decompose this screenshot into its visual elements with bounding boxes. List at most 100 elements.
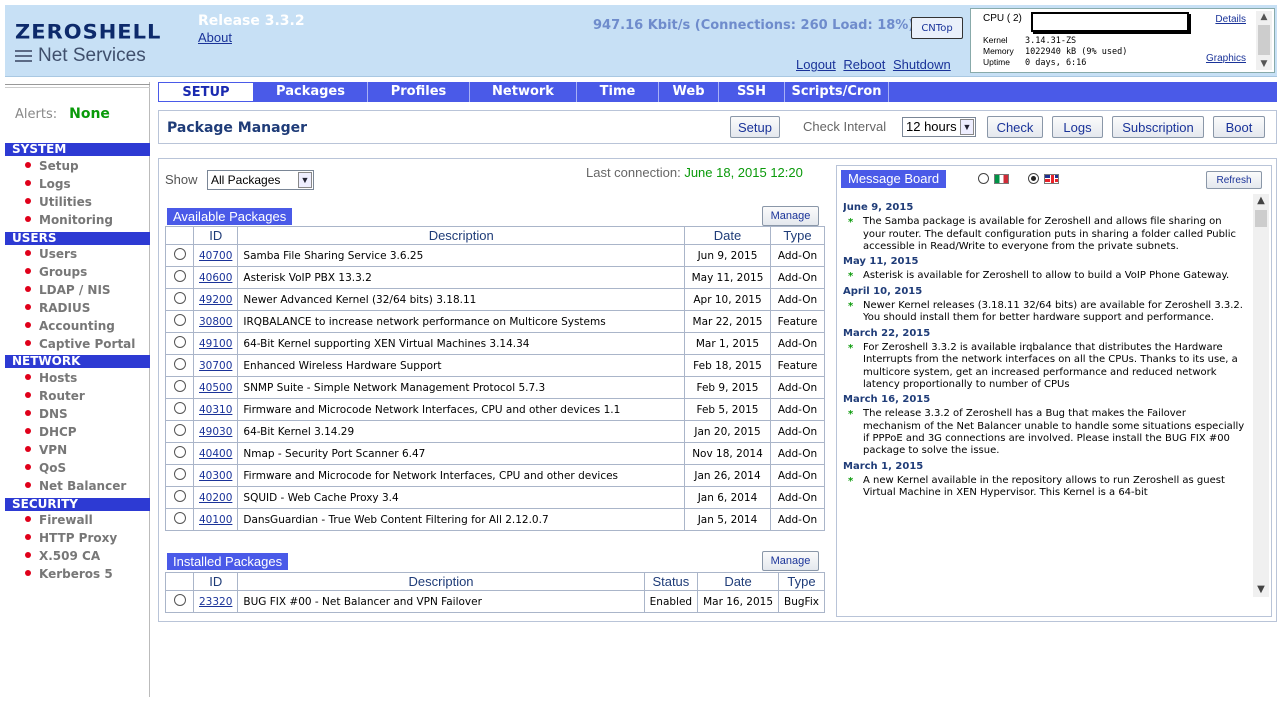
package-id-link[interactable]: 49030 bbox=[199, 426, 232, 438]
sidebar-item-users[interactable]: Users bbox=[25, 247, 77, 261]
sidebar-item-x509-ca[interactable]: X.509 CA bbox=[25, 549, 100, 563]
scroll-down-icon[interactable]: ▼ bbox=[1256, 58, 1272, 70]
about-link[interactable]: About bbox=[198, 30, 232, 45]
row-select[interactable] bbox=[165, 420, 194, 443]
radio-button[interactable] bbox=[173, 292, 186, 304]
package-id-link[interactable]: 40600 bbox=[199, 272, 232, 284]
sidebar-item-firewall[interactable]: Firewall bbox=[25, 513, 93, 527]
package-id-link[interactable]: 23320 bbox=[199, 596, 232, 608]
tab-scripts-cron[interactable]: Scripts/Cron bbox=[785, 82, 889, 102]
package-id-link[interactable]: 40200 bbox=[199, 492, 232, 504]
radio-button[interactable] bbox=[173, 512, 186, 524]
row-select[interactable] bbox=[165, 442, 194, 465]
row-select[interactable] bbox=[165, 354, 194, 377]
sidebar-item-kerberos[interactable]: Kerberos 5 bbox=[25, 567, 113, 581]
cntop-button[interactable]: CNTop bbox=[911, 17, 963, 39]
package-id-link[interactable]: 49100 bbox=[199, 338, 232, 350]
package-id-link[interactable]: 40400 bbox=[199, 448, 232, 460]
radio-button[interactable] bbox=[173, 358, 186, 370]
package-id-link[interactable]: 30700 bbox=[199, 360, 232, 372]
sidebar-item-logs[interactable]: Logs bbox=[25, 177, 71, 191]
row-select[interactable] bbox=[165, 486, 194, 509]
available-manage-button[interactable]: Manage bbox=[762, 206, 819, 226]
tab-ssh[interactable]: SSH bbox=[719, 82, 785, 102]
language-radio-english[interactable] bbox=[1028, 173, 1039, 184]
row-select[interactable] bbox=[165, 288, 194, 311]
sidebar-item-http-proxy[interactable]: HTTP Proxy bbox=[25, 531, 117, 545]
row-select[interactable] bbox=[165, 376, 194, 399]
tab-setup[interactable]: SETUP bbox=[158, 82, 254, 102]
scroll-thumb[interactable] bbox=[1258, 25, 1270, 55]
shutdown-link[interactable]: Shutdown bbox=[893, 57, 951, 72]
radio-button[interactable] bbox=[173, 402, 186, 414]
row-select[interactable] bbox=[165, 244, 194, 267]
sidebar-item-vpn[interactable]: VPN bbox=[25, 443, 67, 457]
sidebar-item-setup[interactable]: Setup bbox=[25, 159, 79, 173]
radio-button[interactable] bbox=[173, 424, 186, 436]
refresh-button[interactable]: Refresh bbox=[1206, 171, 1262, 189]
row-select[interactable] bbox=[165, 398, 194, 421]
reboot-link[interactable]: Reboot bbox=[843, 57, 885, 72]
package-id-link[interactable]: 30800 bbox=[199, 316, 232, 328]
radio-button[interactable] bbox=[173, 446, 186, 458]
setup-button[interactable]: Setup bbox=[730, 116, 780, 138]
sidebar-item-router[interactable]: Router bbox=[25, 389, 85, 403]
tab-time[interactable]: Time bbox=[577, 82, 659, 102]
graphics-link[interactable]: Graphics bbox=[1206, 53, 1246, 64]
chevron-down-icon[interactable]: ▼ bbox=[298, 172, 312, 188]
tab-profiles[interactable]: Profiles bbox=[368, 82, 470, 102]
row-select[interactable] bbox=[165, 266, 194, 289]
package-id-link[interactable]: 40300 bbox=[199, 470, 232, 482]
language-radio-italian[interactable] bbox=[978, 173, 989, 184]
package-id-link[interactable]: 40500 bbox=[199, 382, 232, 394]
scroll-up-icon[interactable]: ▲ bbox=[1253, 194, 1269, 208]
sidebar-item-accounting[interactable]: Accounting bbox=[25, 319, 115, 333]
tab-network[interactable]: Network bbox=[470, 82, 577, 102]
logs-button[interactable]: Logs bbox=[1052, 116, 1103, 138]
radio-button[interactable] bbox=[173, 270, 186, 282]
scroll-down-icon[interactable]: ▼ bbox=[1253, 583, 1269, 597]
sysinfo-scrollbar[interactable]: ▲ ▼ bbox=[1256, 11, 1272, 70]
sidebar-item-radius[interactable]: RADIUS bbox=[25, 301, 90, 315]
check-interval-select[interactable]: 12 hours ▼ bbox=[902, 117, 976, 137]
row-select[interactable] bbox=[165, 590, 194, 613]
sidebar-item-ldap-nis[interactable]: LDAP / NIS bbox=[25, 283, 111, 297]
sidebar-item-dhcp[interactable]: DHCP bbox=[25, 425, 77, 439]
sidebar-item-qos[interactable]: QoS bbox=[25, 461, 66, 475]
package-id-link[interactable]: 40100 bbox=[199, 514, 232, 526]
tab-packages[interactable]: Packages bbox=[254, 82, 368, 102]
row-select[interactable] bbox=[165, 332, 194, 355]
details-link[interactable]: Details bbox=[1215, 14, 1246, 25]
sidebar-item-groups[interactable]: Groups bbox=[25, 265, 87, 279]
sidebar-item-captive-portal[interactable]: Captive Portal bbox=[25, 337, 135, 351]
row-select[interactable] bbox=[165, 310, 194, 333]
sidebar-item-net-balancer[interactable]: Net Balancer bbox=[25, 479, 126, 493]
sidebar-item-monitoring[interactable]: Monitoring bbox=[25, 213, 113, 227]
radio-button[interactable] bbox=[173, 468, 186, 480]
sidebar-item-dns[interactable]: DNS bbox=[25, 407, 68, 421]
radio-button[interactable] bbox=[173, 380, 186, 392]
installed-manage-button[interactable]: Manage bbox=[762, 551, 819, 571]
package-id-link[interactable]: 40700 bbox=[199, 250, 232, 262]
radio-button[interactable] bbox=[173, 314, 186, 326]
scroll-up-icon[interactable]: ▲ bbox=[1256, 11, 1272, 23]
package-id-link[interactable]: 49200 bbox=[199, 294, 232, 306]
radio-button[interactable] bbox=[173, 336, 186, 348]
chevron-down-icon[interactable]: ▼ bbox=[960, 119, 974, 135]
boot-button[interactable]: Boot bbox=[1213, 116, 1265, 138]
radio-button[interactable] bbox=[173, 490, 186, 502]
message-board-scrollbar[interactable]: ▲ ▼ bbox=[1253, 194, 1269, 597]
radio-button[interactable] bbox=[173, 248, 186, 260]
logout-link[interactable]: Logout bbox=[796, 57, 836, 72]
scroll-thumb[interactable] bbox=[1255, 210, 1267, 227]
show-filter-select[interactable]: All Packages ▼ bbox=[207, 170, 314, 190]
tab-web[interactable]: Web bbox=[659, 82, 719, 102]
sidebar-item-utilities[interactable]: Utilities bbox=[25, 195, 92, 209]
subscription-button[interactable]: Subscription bbox=[1112, 116, 1204, 138]
package-id-link[interactable]: 40310 bbox=[199, 404, 232, 416]
row-select[interactable] bbox=[165, 464, 194, 487]
check-button[interactable]: Check bbox=[987, 116, 1043, 138]
radio-button[interactable] bbox=[173, 594, 186, 606]
sidebar-item-hosts[interactable]: Hosts bbox=[25, 371, 77, 385]
row-select[interactable] bbox=[165, 508, 194, 531]
